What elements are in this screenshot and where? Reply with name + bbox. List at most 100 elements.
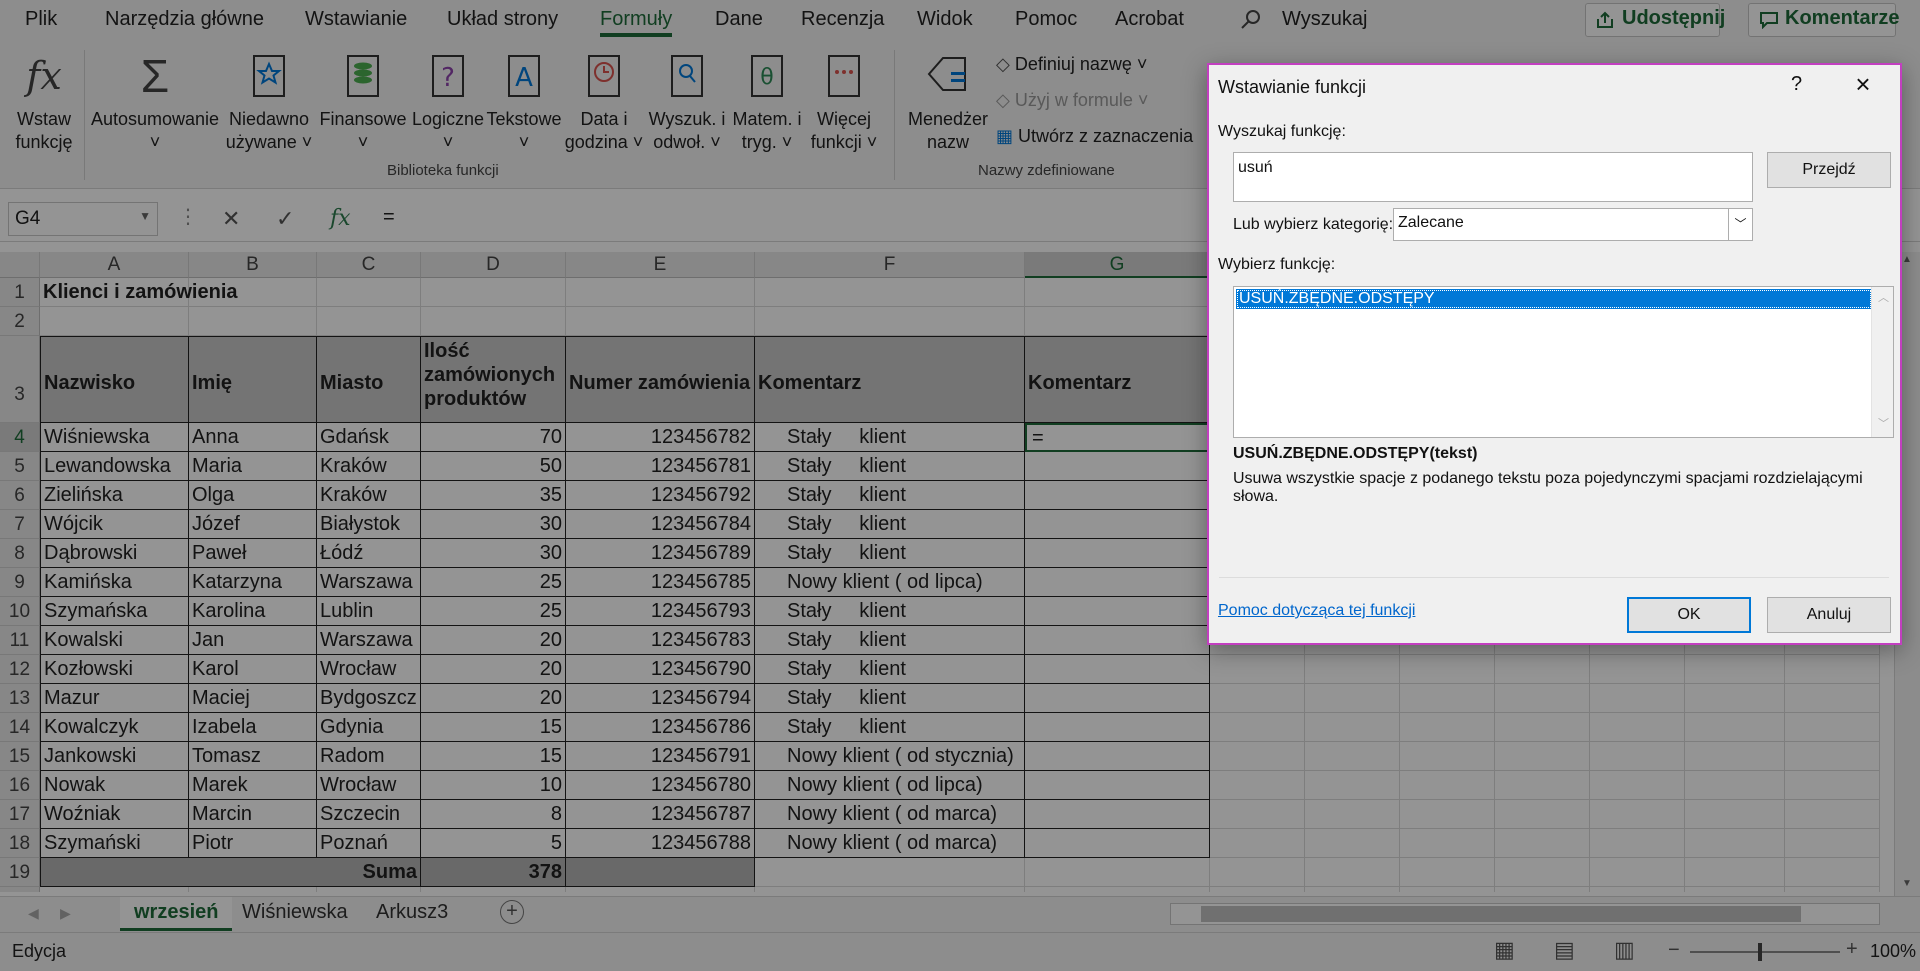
cancel-entry-icon[interactable]: ✕: [222, 206, 240, 232]
table-cell[interactable]: [1025, 481, 1210, 510]
grid-cell[interactable]: [421, 887, 566, 892]
table-cell[interactable]: Lublin: [317, 597, 421, 626]
table-cell[interactable]: 123456781: [566, 452, 755, 481]
define-name-button[interactable]: ◇ Definiuj nazwę ˅: [996, 54, 1147, 75]
table-cell[interactable]: Nowy klient ( od stycznia): [755, 742, 1025, 771]
table-cell[interactable]: 35: [421, 481, 566, 510]
grid-cell[interactable]: [1495, 742, 1590, 771]
table-cell[interactable]: [1025, 539, 1210, 568]
table-cell[interactable]: Wrocław: [317, 771, 421, 800]
row-header[interactable]: 3: [0, 336, 40, 423]
table-cell[interactable]: Anna: [189, 423, 317, 452]
table-cell[interactable]: 20: [421, 684, 566, 713]
create-from-selection-button[interactable]: ▦ Utwórz z zaznaczenia: [996, 126, 1193, 147]
table-cell[interactable]: 20: [421, 626, 566, 655]
tab-page-layout[interactable]: Układ strony: [447, 8, 558, 31]
row-header[interactable]: 2: [0, 307, 40, 336]
table-cell[interactable]: 123456794: [566, 684, 755, 713]
more-functions-button[interactable]: Więcej funkcji ˅: [804, 50, 884, 154]
table-cell[interactable]: [1025, 655, 1210, 684]
table-cell[interactable]: [1025, 742, 1210, 771]
table-cell[interactable]: [1025, 597, 1210, 626]
table-cell[interactable]: Kamińska: [40, 568, 189, 597]
table-cell[interactable]: Marcin: [189, 800, 317, 829]
table-cell[interactable]: Zielińska: [40, 481, 189, 510]
table-cell[interactable]: Marek: [189, 771, 317, 800]
grid-cell[interactable]: [1590, 684, 1685, 713]
tab-review[interactable]: Recenzja: [801, 8, 884, 31]
table-cell[interactable]: Kowalski: [40, 626, 189, 655]
grid-cell[interactable]: [1685, 742, 1785, 771]
table-cell[interactable]: [1025, 713, 1210, 742]
grid-cell[interactable]: [421, 307, 566, 336]
grid-cell[interactable]: [1210, 742, 1305, 771]
tab-formulas[interactable]: Formuły: [600, 8, 673, 37]
function-list[interactable]: USUŃ.ZBĘDNE.ODSTĘPY ︿ ﹀: [1233, 286, 1894, 438]
grid-cell[interactable]: [1685, 887, 1785, 892]
table-cell[interactable]: 123456782: [566, 423, 755, 452]
grid-cell[interactable]: [1400, 887, 1495, 892]
grid-cell[interactable]: [1210, 887, 1305, 892]
grid-cell[interactable]: [1305, 800, 1400, 829]
grid-cell[interactable]: [1305, 742, 1400, 771]
grid-cell[interactable]: [1495, 887, 1590, 892]
tab-view[interactable]: Widok: [917, 8, 973, 31]
grid-cell[interactable]: [1400, 829, 1495, 858]
zoom-in-icon[interactable]: +: [1846, 938, 1858, 961]
table-cell[interactable]: Katarzyna: [189, 568, 317, 597]
share-button[interactable]: Udostępnij: [1585, 3, 1725, 37]
table-cell[interactable]: 123456783: [566, 626, 755, 655]
grid-cell[interactable]: [1785, 771, 1880, 800]
grid-cell[interactable]: [1590, 655, 1685, 684]
help-icon[interactable]: ?: [1791, 73, 1802, 96]
grid-cell[interactable]: [1785, 742, 1880, 771]
table-cell[interactable]: Mazur: [40, 684, 189, 713]
table-cell[interactable]: 8: [421, 800, 566, 829]
table-cell[interactable]: Olga: [189, 481, 317, 510]
row-header[interactable]: 19: [0, 858, 40, 887]
table-cell[interactable]: Łódź: [317, 539, 421, 568]
grid-cell[interactable]: [1590, 887, 1685, 892]
zoom-slider-thumb[interactable]: [1758, 943, 1762, 961]
table-cell[interactable]: Białystok: [317, 510, 421, 539]
search-function-input[interactable]: usuń: [1233, 152, 1753, 202]
row-header[interactable]: 6: [0, 481, 40, 510]
table-cell[interactable]: Lewandowska: [40, 452, 189, 481]
page-layout-icon[interactable]: ▤: [1554, 937, 1575, 963]
grid-cell[interactable]: [1785, 655, 1880, 684]
table-cell[interactable]: 123456792: [566, 481, 755, 510]
grid-cell[interactable]: [1025, 307, 1210, 336]
table-cell[interactable]: 123456793: [566, 597, 755, 626]
grid-cell[interactable]: [1685, 771, 1785, 800]
table-cell[interactable]: Stały klient: [755, 510, 1025, 539]
select-all-corner[interactable]: [0, 252, 40, 278]
grid-cell[interactable]: [1590, 800, 1685, 829]
grid-cell[interactable]: [1495, 858, 1590, 887]
table-cell[interactable]: [1025, 771, 1210, 800]
grid-cell[interactable]: [1400, 858, 1495, 887]
table-cell[interactable]: 30: [421, 539, 566, 568]
horizontal-scrollbar[interactable]: [1170, 903, 1880, 925]
tab-insert[interactable]: Wstawianie: [305, 8, 407, 31]
grid-cell[interactable]: [317, 887, 421, 892]
table-cell[interactable]: Nowy klient ( od marca): [755, 800, 1025, 829]
grid-cell[interactable]: [1590, 742, 1685, 771]
table-cell[interactable]: [1025, 829, 1210, 858]
col-header-f[interactable]: F: [755, 252, 1025, 278]
grid-cell[interactable]: [755, 858, 1025, 887]
grid-cell[interactable]: [317, 278, 421, 307]
grid-cell[interactable]: [755, 278, 1025, 307]
grid-cell[interactable]: [1685, 713, 1785, 742]
table-cell[interactable]: Nowy klient ( od marca): [755, 829, 1025, 858]
table-cell[interactable]: Radom: [317, 742, 421, 771]
col-header-d[interactable]: D: [421, 252, 566, 278]
tab-home[interactable]: Narzędzia główne: [105, 8, 264, 31]
grid-cell[interactable]: [1400, 800, 1495, 829]
grid-cell[interactable]: [1495, 655, 1590, 684]
grid-cell[interactable]: [1400, 655, 1495, 684]
table-cell[interactable]: 123456788: [566, 829, 755, 858]
grid-cell[interactable]: [755, 307, 1025, 336]
function-list-item[interactable]: USUŃ.ZBĘDNE.ODSTĘPY: [1236, 289, 1872, 309]
scrollbar-thumb[interactable]: [1201, 906, 1801, 922]
table-cell[interactable]: Stały klient: [755, 481, 1025, 510]
